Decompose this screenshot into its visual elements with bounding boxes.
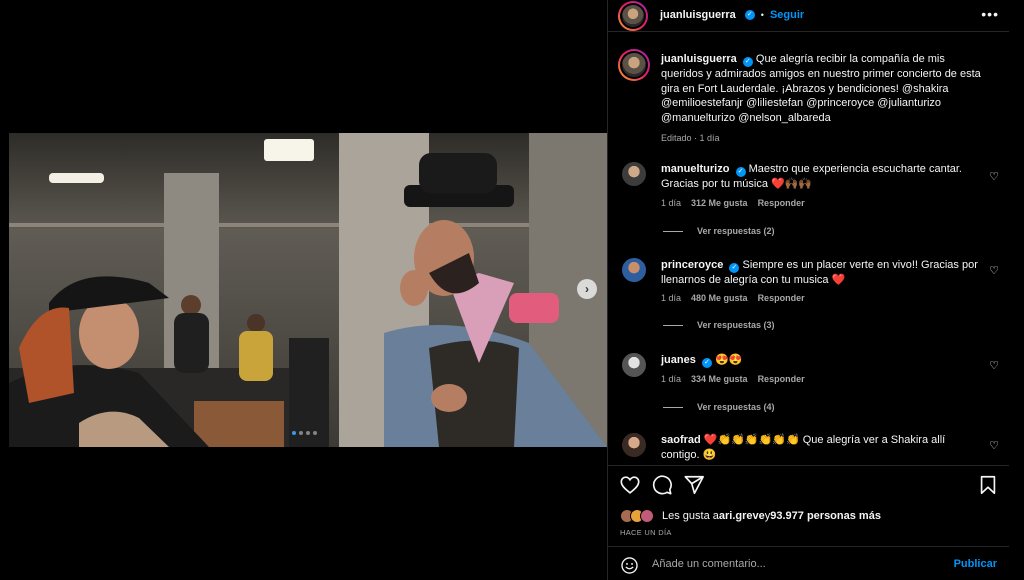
carousel-dot	[299, 431, 303, 435]
verified-badge-icon: ✓	[735, 167, 746, 177]
view-replies-label: Ver respuestas (3)	[697, 320, 775, 330]
verified-badge-icon: ✓	[729, 263, 740, 273]
media-pane: ›	[0, 0, 607, 580]
add-comment-bar: Añade un comentario... Publicar	[608, 546, 1009, 580]
carousel-dot	[306, 431, 310, 435]
chevron-right-icon: ›	[585, 282, 589, 296]
like-heart-icon[interactable]	[619, 474, 641, 496]
share-send-icon[interactable]	[683, 474, 705, 496]
carousel-next-button[interactable]: ›	[577, 279, 597, 299]
comment-body: juanes ✓ 😍😍	[661, 353, 981, 368]
view-replies[interactable]: Ver respuestas (4)	[663, 402, 775, 412]
post-actions: Les gusta a ari.greve y 93.977 personas …	[608, 465, 1009, 580]
post-side-panel: juanluisguerra ✓ • Seguir ••• juanluisgu…	[607, 0, 1024, 580]
comment-bubble-icon[interactable]	[651, 474, 673, 496]
view-replies[interactable]: Ver respuestas (3)	[663, 320, 775, 330]
commenter-avatar[interactable]	[622, 162, 646, 186]
comment-body: princeroyce ✓ Siempre es un placer verte…	[661, 258, 981, 288]
reply-button[interactable]: Responder	[758, 293, 805, 303]
carousel-dot	[313, 431, 317, 435]
comment-meta: 1 día 312 Me gusta Responder	[661, 198, 805, 208]
author-avatar[interactable]	[618, 1, 648, 31]
carousel-dot	[292, 431, 296, 435]
view-replies[interactable]: Ver respuestas (2)	[663, 226, 775, 236]
comment-likes[interactable]: 480 Me gusta	[691, 293, 748, 303]
separator-dot: •	[760, 10, 764, 20]
post-comment-button[interactable]: Publicar	[954, 558, 997, 570]
comment-time[interactable]: 1 día	[661, 198, 681, 208]
verified-badge-icon: ✓	[744, 10, 755, 20]
like-comment-icon[interactable]: ♡	[989, 439, 999, 452]
save-bookmark-icon[interactable]	[977, 474, 999, 496]
post-header: juanluisguerra ✓ • Seguir •••	[608, 0, 1009, 32]
comments-scroll-area[interactable]: juanluisguerra ✓ Que alegría recibir la …	[608, 45, 1009, 463]
like-comment-icon[interactable]: ♡	[989, 170, 999, 183]
comment-body: manuelturizo ✓ Maestro que experiencia e…	[661, 162, 981, 192]
comment-likes[interactable]: 312 Me gusta	[691, 198, 748, 208]
comment-text: 😍😍	[714, 354, 743, 366]
comment-body: saofrad ❤️👏👏👏👏👏👏 Que alegría ver a Shaki…	[661, 433, 981, 462]
comment-meta: 1 día 480 Me gusta Responder	[661, 293, 805, 303]
photo-illustration	[9, 133, 607, 447]
likes-prefix: Les gusta a	[662, 510, 719, 522]
replies-divider	[663, 406, 683, 408]
likes-count[interactable]: 93.977 personas más	[770, 510, 881, 522]
replies-divider	[663, 324, 683, 326]
comment-text: ❤️👏👏👏👏👏👏 Que alegría ver a Shakira allí …	[661, 434, 946, 461]
verified-badge-icon: ✓	[701, 358, 712, 368]
comment-meta: 1 día 334 Me gusta Responder	[661, 374, 805, 384]
commenter-username[interactable]: juanes	[661, 354, 696, 366]
comment-time[interactable]: 1 día	[661, 293, 681, 303]
likes-summary: Les gusta a ari.greve y 93.977 personas …	[620, 509, 881, 523]
reply-button[interactable]: Responder	[758, 374, 805, 384]
comment-time[interactable]: 1 día	[661, 374, 681, 384]
commenter-username[interactable]: manuelturizo	[661, 163, 729, 175]
verified-badge-icon: ✓	[742, 57, 753, 67]
add-comment-input[interactable]: Añade un comentario...	[652, 558, 766, 570]
commenter-avatar[interactable]	[622, 353, 646, 377]
like-comment-icon[interactable]: ♡	[989, 264, 999, 277]
replies-divider	[663, 230, 683, 232]
view-replies-label: Ver respuestas (2)	[697, 226, 775, 236]
post-photo[interactable]	[9, 133, 607, 447]
commenter-username[interactable]: princeroyce	[661, 259, 723, 271]
reply-button[interactable]: Responder	[758, 198, 805, 208]
commenter-avatar[interactable]	[622, 433, 646, 457]
commenter-avatar[interactable]	[622, 258, 646, 282]
follow-button[interactable]: Seguir	[770, 9, 804, 21]
likes-first-user[interactable]: ari.greve	[719, 510, 765, 522]
caption-author-username[interactable]: juanluisguerra	[661, 53, 737, 65]
post-caption: juanluisguerra ✓ Que alegría recibir la …	[661, 52, 981, 146]
liker-avatar	[640, 509, 654, 523]
emoji-icon[interactable]	[620, 556, 639, 575]
post-date[interactable]: HACE UN DÍA	[620, 528, 672, 537]
view-replies-label: Ver respuestas (4)	[697, 402, 775, 412]
more-options-icon[interactable]: •••	[981, 6, 999, 22]
caption-author-avatar[interactable]	[618, 49, 650, 81]
like-comment-icon[interactable]: ♡	[989, 359, 999, 372]
commenter-username[interactable]: saofrad	[661, 434, 701, 446]
comment-likes[interactable]: 334 Me gusta	[691, 374, 748, 384]
carousel-dots	[292, 431, 317, 435]
author-username[interactable]: juanluisguerra	[660, 9, 736, 21]
caption-meta: Editado · 1 día	[661, 133, 720, 143]
